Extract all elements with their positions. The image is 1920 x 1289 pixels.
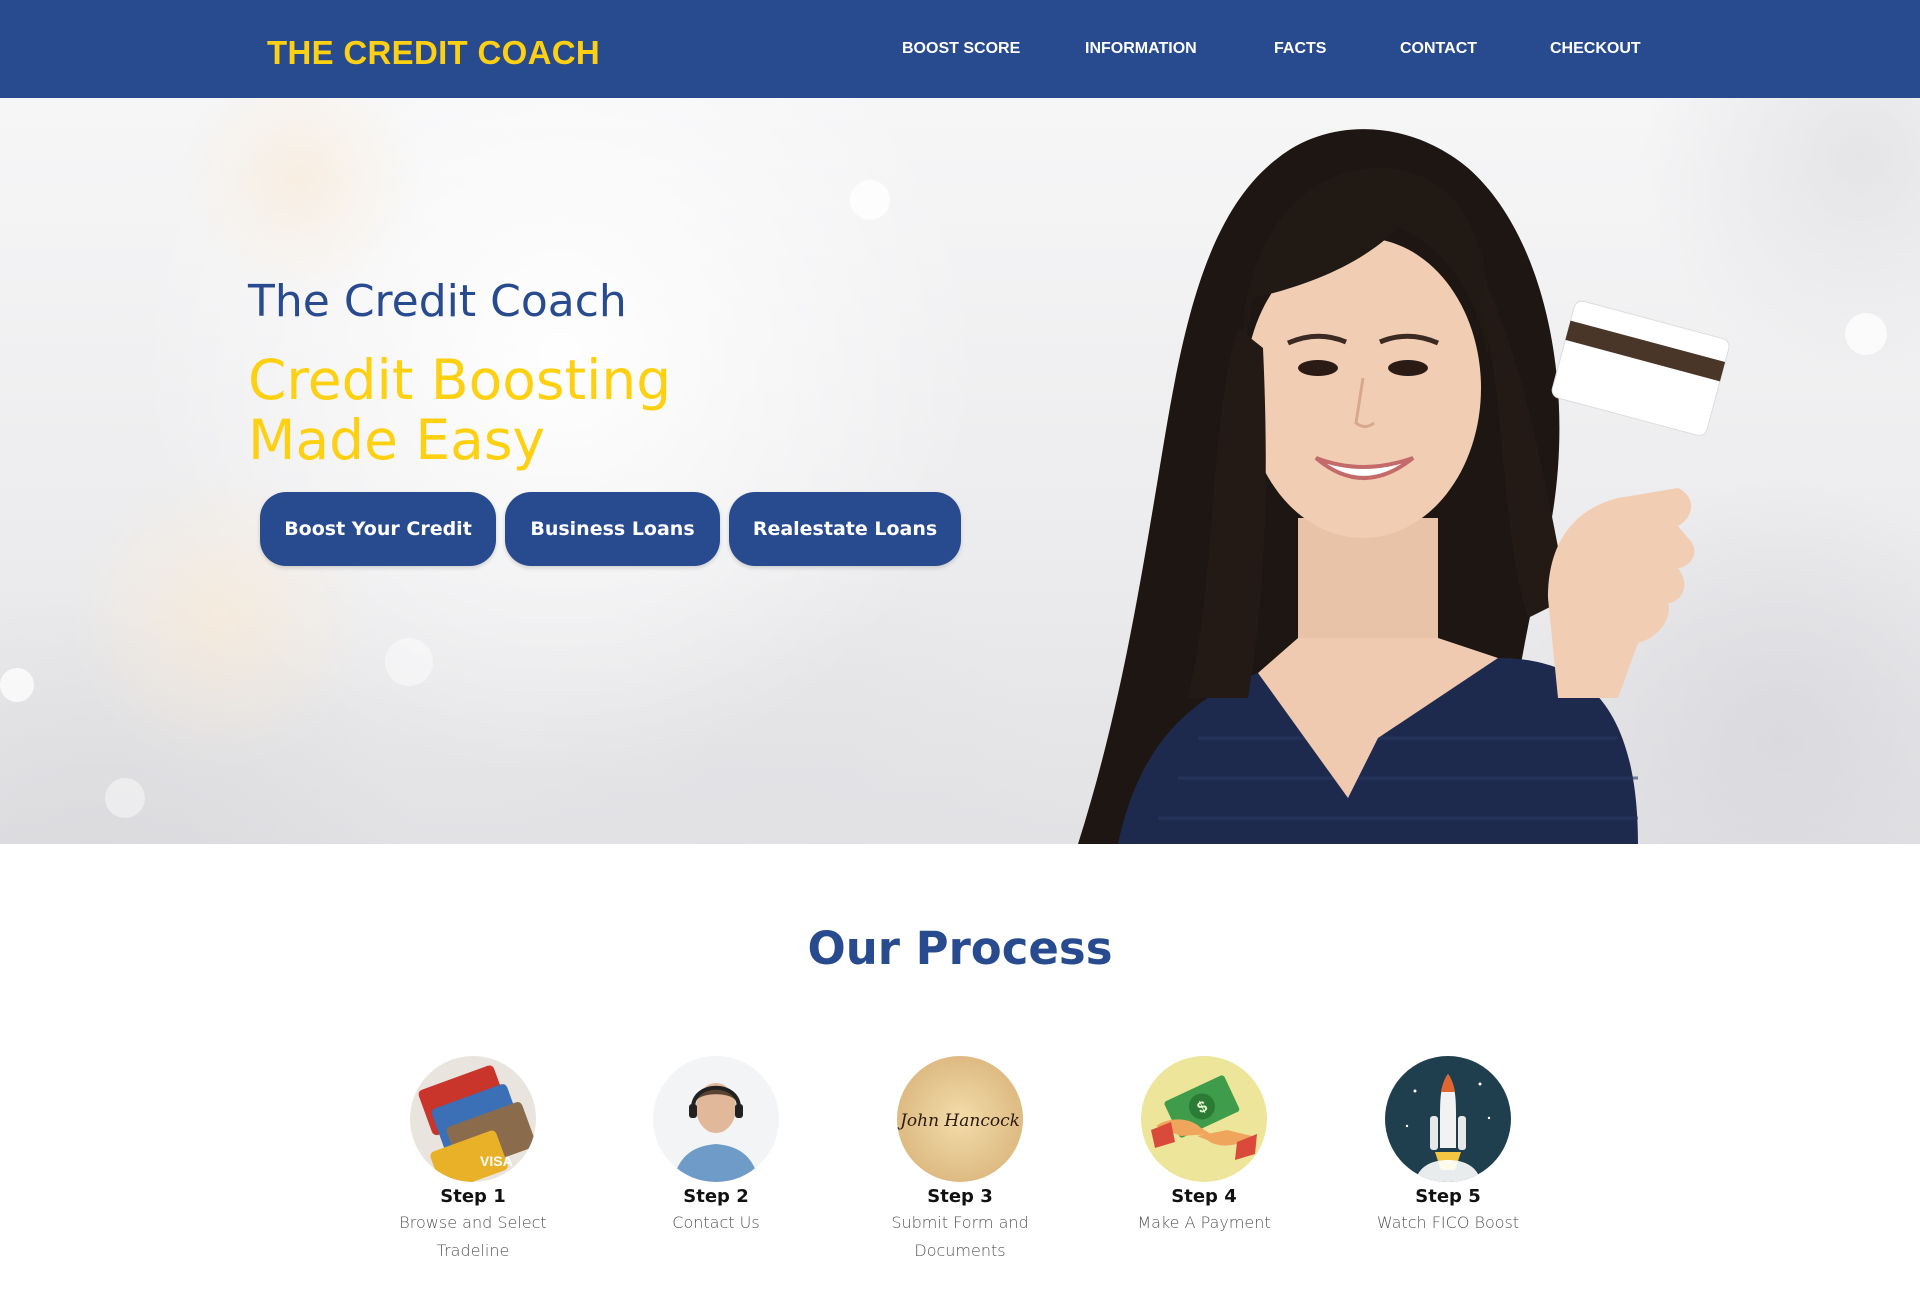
hand [1548,488,1695,698]
hero-section: The Credit Coach Credit Boosting Made Ea… [0,98,1920,844]
step-label: Step 3 [927,1186,993,1207]
bokeh-light [105,778,145,818]
nav-boost-score[interactable]: BOOST SCORE [902,40,1020,58]
step-5: Step 5 Watch FICO Boost [1348,1056,1548,1237]
nav-contact[interactable]: CONTACT [1400,40,1477,58]
step-description-line1: Submit Form and [891,1213,1029,1232]
step-description: Watch FICO Boost [1348,1209,1548,1237]
step-description: Contact Us [616,1209,816,1237]
payment-hands-icon: $ [1141,1056,1267,1182]
step-description: Make A Payment [1104,1209,1304,1237]
bokeh-light [1845,313,1887,355]
step-3: John Hancock Step 3 Submit Form and Docu… [860,1056,1060,1265]
step-label: Step 2 [683,1186,749,1207]
step-2: Step 2 Contact Us [616,1056,816,1237]
rocket-launch-icon [1385,1056,1511,1182]
nav-information[interactable]: INFORMATION [1085,40,1197,58]
bokeh-light [0,668,34,702]
step-description-line2: Documents [914,1241,1006,1260]
boost-your-credit-button[interactable]: Boost Your Credit [260,492,496,566]
step-description-line1: Browse and Select [399,1213,547,1232]
hero-tagline-line2: Made Easy [248,408,546,472]
step-description-line1: Make A Payment [1137,1213,1271,1232]
realestate-loans-button[interactable]: Realestate Loans [729,492,961,566]
credit-card [1551,300,1730,437]
svg-text:VISA: VISA [480,1153,513,1169]
step-label: Step 5 [1415,1186,1481,1207]
bokeh-light [385,638,433,686]
step-description: Submit Form and Documents [860,1209,1060,1265]
woman-holding-card-image [1078,129,1730,844]
bokeh-light [850,180,890,220]
credit-cards-icon: VISA [410,1056,536,1182]
signature-icon: John Hancock [897,1056,1023,1182]
step-description: Browse and Select Tradeline [373,1209,573,1265]
step-4: $ Step 4 Make A Payment [1104,1056,1304,1237]
step-1: VISA Step 1 Browse and Select Tradeline [373,1056,573,1265]
eye-right [1388,360,1428,376]
nav-facts[interactable]: FACTS [1274,40,1326,58]
process-title: Our Process [807,922,1113,975]
support-agent-icon [653,1056,779,1182]
step-description-line2: Tradeline [436,1241,510,1260]
main-nav: BOOST SCORE INFORMATION FACTS CONTACT CH… [0,40,1920,60]
hero-title: The Credit Coach [248,276,627,327]
nav-checkout[interactable]: CHECKOUT [1550,40,1641,58]
step-description-line1: Contact Us [672,1213,760,1232]
eye-left [1298,360,1338,376]
hero-tagline: Credit Boosting Made Easy [248,350,808,470]
site-header: THE CREDIT COACH BOOST SCORE INFORMATION… [0,0,1920,98]
business-loans-button[interactable]: Business Loans [505,492,720,566]
hero-tagline-line1: Credit Boosting [248,348,672,412]
step-description-line1: Watch FICO Boost [1376,1213,1520,1232]
step-label: Step 4 [1171,1186,1237,1207]
step-label: Step 1 [440,1186,506,1207]
signature-text: John Hancock [897,1111,1020,1131]
